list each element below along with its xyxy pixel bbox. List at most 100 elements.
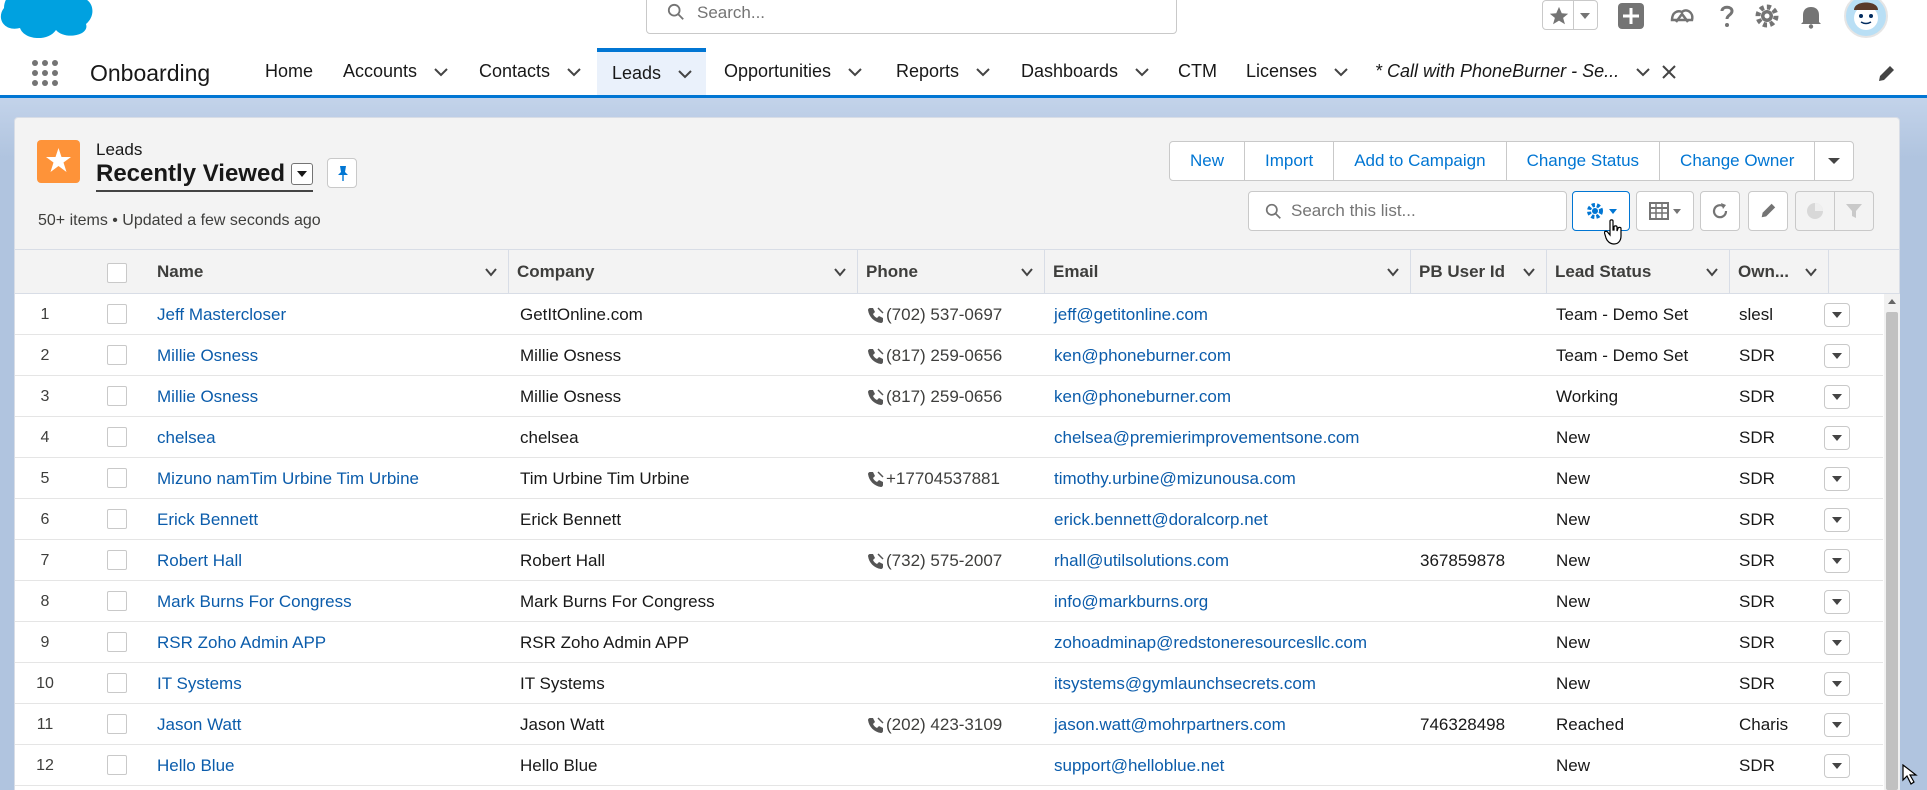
lead-name-link[interactable]: Erick Bennett xyxy=(149,499,499,540)
row-actions-button[interactable] xyxy=(1824,631,1850,655)
phone-number[interactable]: (202) 423-3109 xyxy=(886,715,1002,735)
edit-nav-pencil-icon[interactable] xyxy=(1876,64,1896,84)
add-to-campaign-button[interactable]: Add to Campaign xyxy=(1333,141,1507,181)
nav-item-reports[interactable]: Reports xyxy=(896,48,991,95)
lead-name-link[interactable]: Mizuno namTim Urbine Tim Urbine xyxy=(149,458,499,499)
pin-list-view-button[interactable] xyxy=(327,158,357,188)
row-actions-button[interactable] xyxy=(1824,344,1850,368)
column-header-pb-user-id[interactable]: PB User Id xyxy=(1411,250,1547,294)
row-actions-button[interactable] xyxy=(1824,713,1850,737)
new-button[interactable]: New xyxy=(1169,141,1246,181)
notifications-bell-icon[interactable] xyxy=(1797,2,1825,30)
phone-call-icon[interactable] xyxy=(867,306,885,324)
lead-name-link[interactable]: IT Systems xyxy=(149,663,499,704)
chevron-down-icon[interactable] xyxy=(1020,265,1034,279)
lead-name-link[interactable]: chelsea xyxy=(149,417,499,458)
column-header-lead-status[interactable]: Lead Status xyxy=(1547,250,1730,294)
lead-name-link[interactable]: Jeff Mastercloser xyxy=(149,294,499,335)
chevron-down-icon[interactable] xyxy=(1386,265,1400,279)
filters-button[interactable] xyxy=(1834,191,1874,231)
email-link[interactable]: support@helloblue.net xyxy=(1045,745,1409,786)
more-actions-button[interactable] xyxy=(1814,141,1855,181)
column-header-company[interactable]: Company xyxy=(509,250,858,294)
row-actions-button[interactable] xyxy=(1824,754,1850,778)
change-owner-button[interactable]: Change Owner xyxy=(1659,141,1816,181)
row-checkbox[interactable] xyxy=(107,509,127,529)
lead-name-link[interactable]: Hello Blue xyxy=(149,745,499,786)
chevron-down-icon[interactable] xyxy=(833,265,847,279)
user-avatar[interactable] xyxy=(1844,0,1888,38)
chevron-down-icon[interactable] xyxy=(847,64,863,80)
row-actions-button[interactable] xyxy=(1824,549,1850,573)
scroll-up-arrow-icon[interactable] xyxy=(1887,297,1897,307)
chevron-down-icon[interactable] xyxy=(1134,64,1150,80)
row-checkbox[interactable] xyxy=(107,632,127,652)
chevron-down-icon[interactable] xyxy=(1522,265,1536,279)
phone-call-icon[interactable] xyxy=(867,552,885,570)
chevron-down-icon[interactable] xyxy=(1804,265,1818,279)
phone-cell[interactable]: (732) 575-2007 xyxy=(867,540,1047,581)
row-actions-button[interactable] xyxy=(1824,385,1850,409)
row-checkbox[interactable] xyxy=(107,345,127,365)
chevron-down-icon[interactable] xyxy=(484,265,498,279)
phone-number[interactable]: +17704537881 xyxy=(886,469,1000,489)
email-link[interactable]: jason.watt@mohrpartners.com xyxy=(1045,704,1409,745)
row-checkbox[interactable] xyxy=(107,468,127,488)
row-actions-button[interactable] xyxy=(1824,508,1850,532)
chevron-down-icon[interactable] xyxy=(566,64,582,80)
lead-name-link[interactable]: Millie Osness xyxy=(149,335,499,376)
row-checkbox[interactable] xyxy=(107,755,127,775)
lead-name-link[interactable]: RSR Zoho Admin APP xyxy=(149,622,499,663)
nav-item-dashboards[interactable]: Dashboards xyxy=(1021,48,1150,95)
email-link[interactable]: chelsea@premierimprovementsone.com xyxy=(1045,417,1409,458)
row-actions-button[interactable] xyxy=(1824,467,1850,491)
list-view-selector[interactable]: Recently Viewed xyxy=(96,160,313,192)
row-actions-button[interactable] xyxy=(1824,426,1850,450)
favorites-dropdown-icon[interactable] xyxy=(1578,9,1592,23)
chevron-down-icon[interactable] xyxy=(975,64,991,80)
global-add-icon[interactable] xyxy=(1617,2,1645,30)
nav-item-leads[interactable]: Leads xyxy=(597,48,706,95)
phone-number[interactable]: (817) 259-0656 xyxy=(886,346,1002,366)
row-checkbox[interactable] xyxy=(107,304,127,324)
salesforce-logo[interactable] xyxy=(0,0,98,40)
global-search-box[interactable]: Search... xyxy=(646,0,1177,34)
close-tab-icon[interactable] xyxy=(1661,64,1677,80)
list-search-box[interactable] xyxy=(1248,191,1567,231)
nav-item-contacts[interactable]: Contacts xyxy=(479,48,582,95)
nav-item-opportunities[interactable]: Opportunities xyxy=(724,48,863,95)
list-search-input[interactable] xyxy=(1291,198,1551,224)
lead-name-link[interactable]: Mark Burns For Congress xyxy=(149,581,499,622)
import-button[interactable]: Import xyxy=(1244,141,1335,181)
lead-name-link[interactable]: Jason Watt xyxy=(149,704,499,745)
app-launcher-icon[interactable] xyxy=(30,58,60,88)
favorites-star-icon[interactable] xyxy=(1548,5,1570,27)
email-link[interactable]: ken@phoneburner.com xyxy=(1045,335,1409,376)
email-link[interactable]: ken@phoneburner.com xyxy=(1045,376,1409,417)
phone-call-icon[interactable] xyxy=(867,347,885,365)
chevron-down-icon[interactable] xyxy=(433,64,449,80)
email-link[interactable]: jeff@getitonline.com xyxy=(1045,294,1409,335)
help-icon[interactable] xyxy=(1713,2,1741,30)
change-status-button[interactable]: Change Status xyxy=(1505,141,1661,181)
phone-number[interactable]: (702) 537-0697 xyxy=(886,305,1002,325)
refresh-button[interactable] xyxy=(1700,191,1740,231)
phone-number[interactable]: (732) 575-2007 xyxy=(886,551,1002,571)
row-checkbox[interactable] xyxy=(107,591,127,611)
phone-cell[interactable]: (817) 259-0656 xyxy=(867,335,1047,376)
email-link[interactable]: timothy.urbine@mizunousa.com xyxy=(1045,458,1409,499)
row-actions-button[interactable] xyxy=(1824,303,1850,327)
chevron-down-icon[interactable] xyxy=(677,66,693,82)
charts-button[interactable] xyxy=(1795,191,1835,231)
column-header-owner[interactable]: Own... xyxy=(1730,250,1829,294)
email-link[interactable]: erick.bennett@doralcorp.net xyxy=(1045,499,1409,540)
phone-cell[interactable]: +17704537881 xyxy=(867,458,1047,499)
display-as-table-button[interactable] xyxy=(1636,191,1694,231)
email-link[interactable]: itsystems@gymlaunchsecrets.com xyxy=(1045,663,1409,704)
row-checkbox[interactable] xyxy=(107,427,127,447)
email-link[interactable]: rhall@utilsolutions.com xyxy=(1045,540,1409,581)
trailhead-icon[interactable] xyxy=(1668,2,1696,30)
phone-cell[interactable]: (817) 259-0656 xyxy=(867,376,1047,417)
phone-call-icon[interactable] xyxy=(867,388,885,406)
favorites-button-group[interactable] xyxy=(1542,0,1598,30)
